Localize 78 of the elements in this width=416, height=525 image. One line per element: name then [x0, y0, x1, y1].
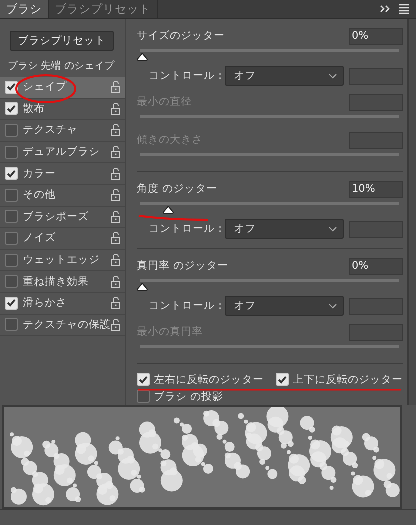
lock-icon[interactable]: [111, 210, 121, 223]
value-field[interactable]: [349, 94, 403, 110]
sidebar-item[interactable]: シェイプ: [0, 77, 125, 99]
lock-icon[interactable]: [111, 81, 121, 94]
flip-checkbox[interactable]: 上下に反転のジッター: [276, 371, 403, 388]
panel-tab[interactable]: ブラシプリセット: [49, 0, 158, 18]
slider[interactable]: [137, 200, 399, 216]
value-field[interactable]: 0%: [349, 258, 403, 274]
checkbox[interactable]: [5, 167, 18, 180]
menu-icon[interactable]: [398, 4, 410, 14]
lock-icon[interactable]: [111, 318, 121, 331]
control-label: コントロール :: [148, 299, 223, 313]
projection-checkbox[interactable]: ブラシ の投影: [137, 388, 224, 405]
value-field[interactable]: 0%: [349, 28, 403, 44]
checkbox[interactable]: [5, 188, 18, 202]
annotation-ellipse: [15, 74, 77, 104]
lock-icon[interactable]: [111, 168, 121, 180]
checkbox[interactable]: [5, 124, 18, 137]
slider-thumb[interactable]: [137, 283, 148, 291]
lock-icon[interactable]: [111, 254, 121, 266]
slider-thumb[interactable]: [137, 53, 148, 61]
checkbox[interactable]: [137, 390, 150, 403]
control-label: コントロール :: [148, 222, 223, 236]
expand-icon[interactable]: [380, 4, 392, 14]
lock-icon[interactable]: [111, 297, 121, 310]
jitter-label: 真円率 のジッター: [137, 259, 230, 273]
lock-icon[interactable]: [111, 232, 121, 244]
jitter-label: サイズのジッター: [137, 29, 226, 43]
panel-tab[interactable]: ブラシ: [0, 0, 49, 18]
sidebar-item[interactable]: テクスチャの保護: [0, 314, 125, 336]
checkbox[interactable]: [5, 318, 18, 332]
slider[interactable]: [137, 277, 399, 293]
lock-icon[interactable]: [111, 102, 121, 115]
panel-scrollbar[interactable]: [407, 19, 416, 405]
slider[interactable]: [137, 47, 399, 63]
sidebar-title[interactable]: ブラシ 先端 のシェイプ: [8, 59, 114, 73]
checkbox[interactable]: [5, 80, 18, 94]
slider-thumb[interactable]: [163, 206, 174, 214]
control-dropdown[interactable]: オフ: [225, 66, 344, 86]
lock-icon[interactable]: [111, 146, 121, 158]
sidebar-item[interactable]: ノイズ: [0, 228, 125, 250]
sidebar-item[interactable]: 重ね描き効果: [0, 271, 125, 293]
sidebar-item[interactable]: テクスチャ: [0, 120, 125, 142]
chevron-icon: [329, 304, 337, 308]
checkbox[interactable]: [5, 275, 18, 288]
sidebar-item[interactable]: ウェットエッジ: [0, 250, 125, 272]
value-field[interactable]: 10%: [349, 180, 403, 198]
sidebar-item[interactable]: ブラシポーズ: [0, 206, 125, 228]
value-field[interactable]: [349, 324, 403, 340]
checkbox[interactable]: [5, 296, 18, 310]
lock-icon[interactable]: [111, 124, 121, 136]
value-field[interactable]: [349, 132, 403, 148]
checkbox[interactable]: [5, 210, 18, 224]
checkbox[interactable]: [137, 373, 150, 386]
sidebar-item[interactable]: その他: [0, 184, 125, 207]
value-field[interactable]: [349, 298, 403, 314]
checkbox[interactable]: [5, 232, 18, 245]
sidebar-item[interactable]: デュアルブラシ: [0, 142, 125, 164]
sidebar-item[interactable]: 滑らかさ: [0, 292, 125, 315]
flip-checkbox[interactable]: 左右に反転のジッター: [137, 371, 264, 388]
checkbox[interactable]: [5, 102, 18, 116]
chevron-icon: [329, 226, 337, 232]
value-field[interactable]: [349, 220, 403, 238]
value-field[interactable]: [349, 68, 403, 84]
control-dropdown[interactable]: オフ: [225, 296, 344, 316]
sidebar-item[interactable]: 散布: [0, 98, 125, 120]
jitter-label: 角度 のジッター: [137, 182, 218, 196]
brush-preset-button[interactable]: ブラシプリセット: [10, 31, 114, 51]
checkbox[interactable]: [5, 146, 18, 159]
checkbox[interactable]: [276, 373, 289, 386]
control-label: コントロール :: [148, 69, 223, 83]
sidebar-item[interactable]: カラー: [0, 163, 125, 185]
annotation-underline: [138, 214, 210, 222]
lock-icon[interactable]: [111, 276, 121, 288]
control-dropdown[interactable]: オフ: [225, 219, 344, 239]
chevron-icon: [329, 74, 337, 78]
lock-icon[interactable]: [111, 189, 121, 202]
checkbox[interactable]: [5, 254, 18, 267]
